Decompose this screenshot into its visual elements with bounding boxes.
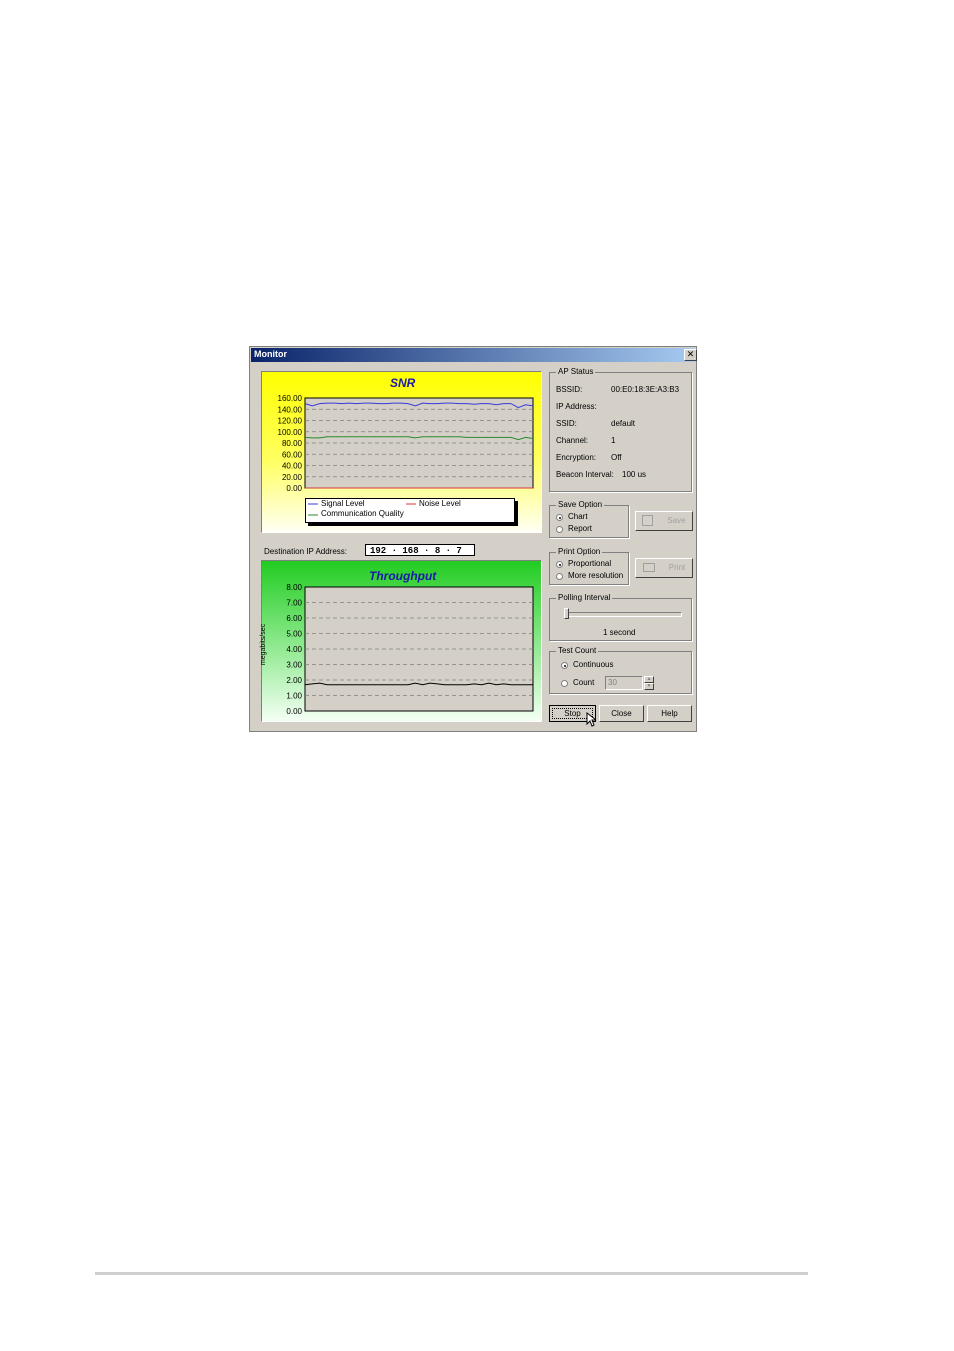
- polling-interval-label: Polling Interval: [556, 593, 613, 602]
- more-resolution-radio[interactable]: [556, 573, 563, 580]
- tick-label: 4.00: [286, 645, 302, 654]
- ap-status-label: AP Status: [556, 367, 596, 376]
- polling-slider-thumb[interactable]: [564, 608, 569, 619]
- tick-label: 80.00: [282, 439, 303, 448]
- throughput-ylabel: megabits/sec: [260, 623, 268, 666]
- throughput-panel: Throughput 8.00 7.00 6.00 5.00 4.00 3.00 2.00 1…: [260, 560, 542, 722]
- legend-noise: Noise Level: [419, 499, 461, 508]
- print-button[interactable]: Print: [635, 558, 693, 578]
- polling-interval-group: Polling Interval 1 second: [549, 593, 692, 641]
- continuous-radio-label: Continuous: [573, 660, 614, 669]
- tick-label: 6.00: [286, 614, 302, 623]
- polling-value: 1 second: [603, 628, 636, 637]
- snr-legend: Signal Level Noise Level Communication Q…: [305, 498, 515, 523]
- count-stepper-down[interactable]: ▼: [644, 683, 654, 690]
- ap-status-group: AP Status BSSID: 00:E0:18:3E:A3:B3 IP Addr…: [549, 367, 692, 492]
- more-resolution-radio-label: More resolution: [568, 571, 624, 580]
- save-option-group: Save Option Chart Report: [549, 500, 629, 538]
- ap-status-value: Off: [611, 453, 622, 462]
- tick-label: 40.00: [282, 462, 303, 471]
- save-icon: [642, 515, 654, 527]
- polling-slider-track[interactable]: [564, 612, 682, 617]
- ap-status-key: Beacon Interval:: [556, 470, 614, 479]
- chart-radio-label: Chart: [568, 512, 588, 521]
- ap-status-key: Encryption:: [556, 453, 597, 462]
- close-icon[interactable]: ✕: [684, 349, 697, 361]
- count-input[interactable]: 30: [605, 676, 643, 690]
- tick-label: 5.00: [286, 630, 302, 639]
- tick-label: 100.00: [278, 428, 303, 437]
- chart-radio[interactable]: [556, 514, 563, 521]
- save-button[interactable]: Save: [635, 511, 693, 531]
- ap-status-key: SSID:: [556, 419, 577, 428]
- monitor-window: Monitor ✕ SNR 160.00 140.00 120.00 100.00 80…: [249, 346, 697, 732]
- tick-label: 7.00: [286, 599, 302, 608]
- print-option-group: Print Option Proportional More resolutio…: [549, 547, 629, 585]
- proportional-radio-label: Proportional: [568, 559, 612, 568]
- tick-label: 1.00: [286, 692, 302, 701]
- test-count-label: Test Count: [556, 646, 599, 655]
- ap-status-value: 1: [611, 436, 616, 445]
- snr-panel: SNR 160.00 140.00 120.00 100.00 80.00 60.00 40…: [261, 371, 542, 533]
- save-option-label: Save Option: [556, 500, 605, 509]
- destination-ip-label: Destination IP Address:: [264, 547, 348, 556]
- title-bar[interactable]: Monitor ✕: [251, 348, 697, 362]
- count-radio-label: Count: [573, 678, 595, 687]
- ap-status-value: default: [611, 419, 636, 428]
- proportional-radio[interactable]: [556, 561, 563, 568]
- ap-status-key: IP Address:: [556, 402, 597, 411]
- report-radio-label: Report: [568, 524, 593, 533]
- tick-label: 120.00: [278, 417, 303, 426]
- print-option-label: Print Option: [556, 547, 603, 556]
- tick-label: 8.00: [286, 583, 302, 592]
- destination-ip-field[interactable]: 192 · 168 · 8 · 7: [365, 544, 475, 556]
- tick-label: 3.00: [286, 661, 302, 670]
- legend-signal: Signal Level: [321, 499, 365, 508]
- tick-label: 2.00: [286, 676, 302, 685]
- continuous-radio[interactable]: [561, 662, 568, 669]
- window-title: Monitor: [254, 349, 287, 359]
- ap-status-key: Channel:: [556, 436, 589, 445]
- test-count-group: Test Count Continuous Count 30 ▲ ▼: [549, 646, 692, 694]
- ap-status-value: 100 us: [622, 470, 647, 479]
- mouse-cursor-icon: [586, 712, 596, 727]
- printer-icon: [642, 563, 655, 573]
- tick-label: 160.00: [278, 394, 303, 403]
- ap-status-key: BSSID:: [556, 385, 583, 394]
- footer-rule: [95, 1272, 808, 1275]
- count-radio[interactable]: [561, 680, 568, 687]
- tick-label: 140.00: [278, 405, 303, 414]
- legend-quality: Communication Quality: [321, 509, 404, 518]
- tick-label: 60.00: [282, 450, 303, 459]
- tick-label: 0.00: [286, 707, 302, 716]
- close-button[interactable]: Close: [599, 705, 644, 722]
- help-button[interactable]: Help: [647, 705, 692, 722]
- tick-label: 20.00: [282, 473, 303, 482]
- throughput-chart: 8.00 7.00 6.00 5.00 4.00 3.00 2.00 1.00 0.00: [286, 583, 534, 716]
- count-stepper-up[interactable]: ▲: [644, 676, 654, 683]
- report-radio[interactable]: [556, 526, 563, 533]
- ap-status-value: 00:E0:18:3E:A3:B3: [611, 385, 680, 394]
- tick-label: 0.00: [286, 484, 302, 493]
